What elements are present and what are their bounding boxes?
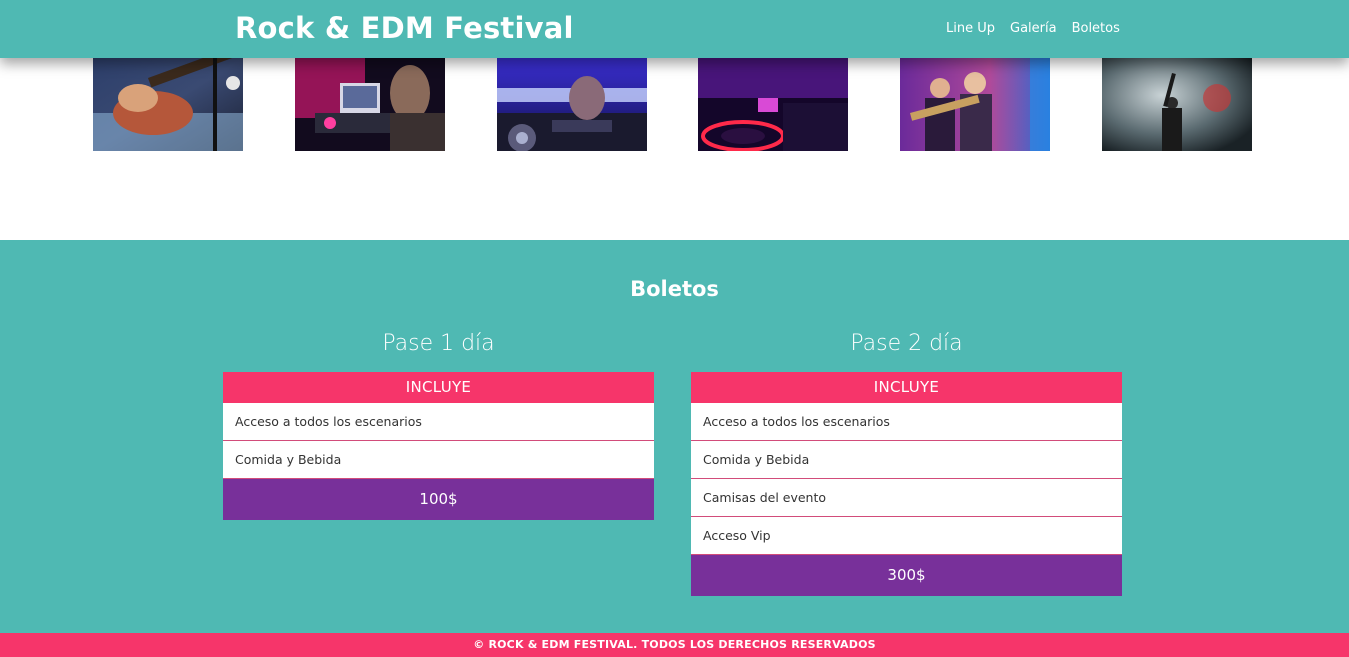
dj-laptop-image [295,58,445,151]
gallery-image-turntable[interactable] [698,58,848,151]
gallery-image-crowd-singer[interactable] [1102,58,1252,151]
dj-mixer-image [497,58,647,151]
pass-card-1-day: Pase 1 día INCLUYE Acceso a todos los es… [223,328,654,520]
pass-item: Acceso a todos los escenarios [691,403,1122,441]
pass-price[interactable]: 100$ [223,479,654,520]
pass-price[interactable]: 300$ [691,555,1122,596]
site-title[interactable]: Rock & EDM Festival [235,11,574,45]
pass-item: Comida y Bebida [223,441,654,479]
gallery-image-dj-laptop[interactable] [295,58,445,151]
main-nav: Line Up Galería Boletos [946,21,1120,36]
rock-band-image [900,58,1050,151]
nav-link-line-up[interactable]: Line Up [946,21,995,36]
pass-includes-header: INCLUYE [223,372,654,403]
guitarist-image [93,58,243,151]
site-footer: © ROCK & EDM FESTIVAL. TODOS LOS DERECHO… [0,633,1349,657]
tickets-title: Boletos [630,277,719,301]
pass-name: Pase 1 día [382,331,495,356]
gallery-section [0,58,1349,240]
pass-item: Acceso Vip [691,517,1122,555]
pass-item: Comida y Bebida [691,441,1122,479]
nav-link-galeria[interactable]: Galería [1010,21,1057,36]
nav-link-boletos[interactable]: Boletos [1072,21,1120,36]
page: Rock & EDM Festival Line Up Galería Bole… [0,0,1349,657]
footer-copyright: © ROCK & EDM FESTIVAL. TODOS LOS DERECHO… [473,638,876,651]
gallery-image-rock-band[interactable] [900,58,1050,151]
pass-item: Acceso a todos los escenarios [223,403,654,441]
site-header: Rock & EDM Festival Line Up Galería Bole… [0,0,1349,58]
crowd-singer-image [1102,58,1252,151]
pass-name: Pase 2 día [850,331,963,356]
gallery-image-guitarist[interactable] [93,58,243,151]
pass-includes-header: INCLUYE [691,372,1122,403]
gallery-image-dj-mixer[interactable] [497,58,647,151]
pass-item: Camisas del evento [691,479,1122,517]
turntable-image [698,58,848,151]
tickets-section: Boletos Pase 1 día INCLUYE Acceso a todo… [0,240,1349,633]
pass-card-2-day: Pase 2 día INCLUYE Acceso a todos los es… [691,328,1122,596]
